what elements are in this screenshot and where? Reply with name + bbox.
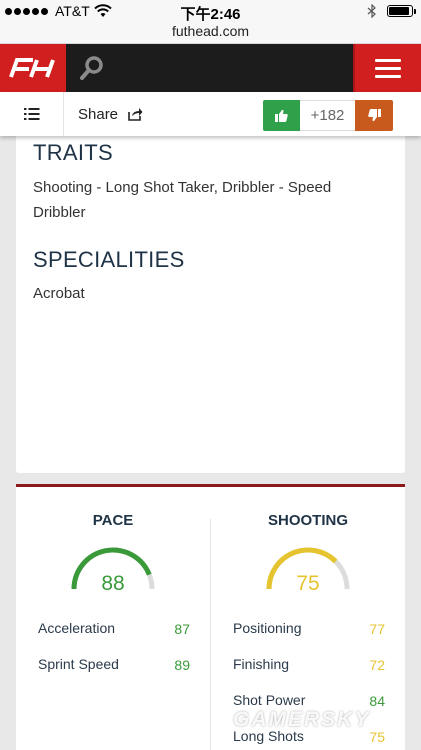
specialities-heading: SPECIALITIES xyxy=(33,247,185,272)
menu-bar-icon xyxy=(375,58,401,62)
stat-row: Sprint Speed 89 xyxy=(38,656,190,676)
futhead-logo[interactable] xyxy=(0,44,66,92)
stat-value: 87 xyxy=(174,621,190,637)
search-bar[interactable] xyxy=(66,44,353,92)
traits-heading: TRAITS xyxy=(33,140,114,165)
status-time: 下午2:46 xyxy=(180,6,241,23)
stat-row: Finishing 72 xyxy=(233,656,385,676)
share-button[interactable]: Share xyxy=(78,92,143,136)
pace-gauge: 88 xyxy=(71,547,155,595)
specialities-text: Acrobat xyxy=(33,285,85,302)
futhead-logo-icon xyxy=(9,58,55,78)
pace-title: PACE xyxy=(92,512,134,529)
menu-bar-icon xyxy=(375,66,401,70)
shooting-title: SHOOTING xyxy=(267,512,348,529)
url-domain[interactable]: futhead.com xyxy=(172,22,249,39)
stat-row: Positioning 77 xyxy=(233,620,385,640)
bluetooth-icon xyxy=(367,4,376,18)
status-bar: AT&T 下午2:46 xyxy=(0,0,421,23)
search-icon[interactable] xyxy=(79,55,105,81)
stat-label: Positioning xyxy=(233,620,302,636)
list-menu-button[interactable] xyxy=(0,92,64,136)
stat-label: Sprint Speed xyxy=(38,656,119,672)
url-bar[interactable]: futhead.com xyxy=(0,22,421,44)
share-toolbar: Share +182 xyxy=(0,92,421,136)
menu-bar-icon xyxy=(375,74,401,78)
stat-value: 75 xyxy=(369,729,385,745)
pace-value: 88 xyxy=(101,572,124,595)
traits-text: Shooting - Long Shot Taker, Dribbler - S… xyxy=(33,179,332,221)
stat-value: 84 xyxy=(369,693,385,709)
vote-widget: +182 xyxy=(263,100,393,131)
stat-value: 77 xyxy=(369,621,385,637)
site-header xyxy=(0,44,421,92)
traits-card: TRAITS Shooting - Long Shot Taker, Dribb… xyxy=(16,128,405,473)
stat-label: Finishing xyxy=(233,656,290,672)
stat-row: Acceleration 87 xyxy=(38,620,190,640)
thumbs-down-icon xyxy=(367,109,381,122)
battery-icon xyxy=(387,5,416,17)
downvote-button[interactable] xyxy=(355,100,393,131)
shooting-gauge: 75 xyxy=(266,547,350,595)
thumbs-up-icon xyxy=(275,109,288,122)
vote-count: +182 xyxy=(300,100,355,131)
share-arrow-icon xyxy=(128,108,143,121)
watermark-logo: GAMERSKY xyxy=(233,708,371,731)
stat-label: Acceleration xyxy=(38,620,116,636)
list-icon xyxy=(23,108,39,120)
stat-label: Shot Power xyxy=(233,692,306,708)
stat-value: 72 xyxy=(369,657,385,673)
upvote-button[interactable] xyxy=(263,100,300,131)
share-label[interactable]: Share xyxy=(78,106,118,123)
shooting-value: 75 xyxy=(296,572,319,595)
status-right xyxy=(367,4,416,18)
hamburger-menu-button[interactable] xyxy=(353,44,421,92)
pace-column: PACE 88 Acceleration 87 Sprint Speed 89 xyxy=(16,487,210,750)
stat-value: 89 xyxy=(174,657,190,673)
